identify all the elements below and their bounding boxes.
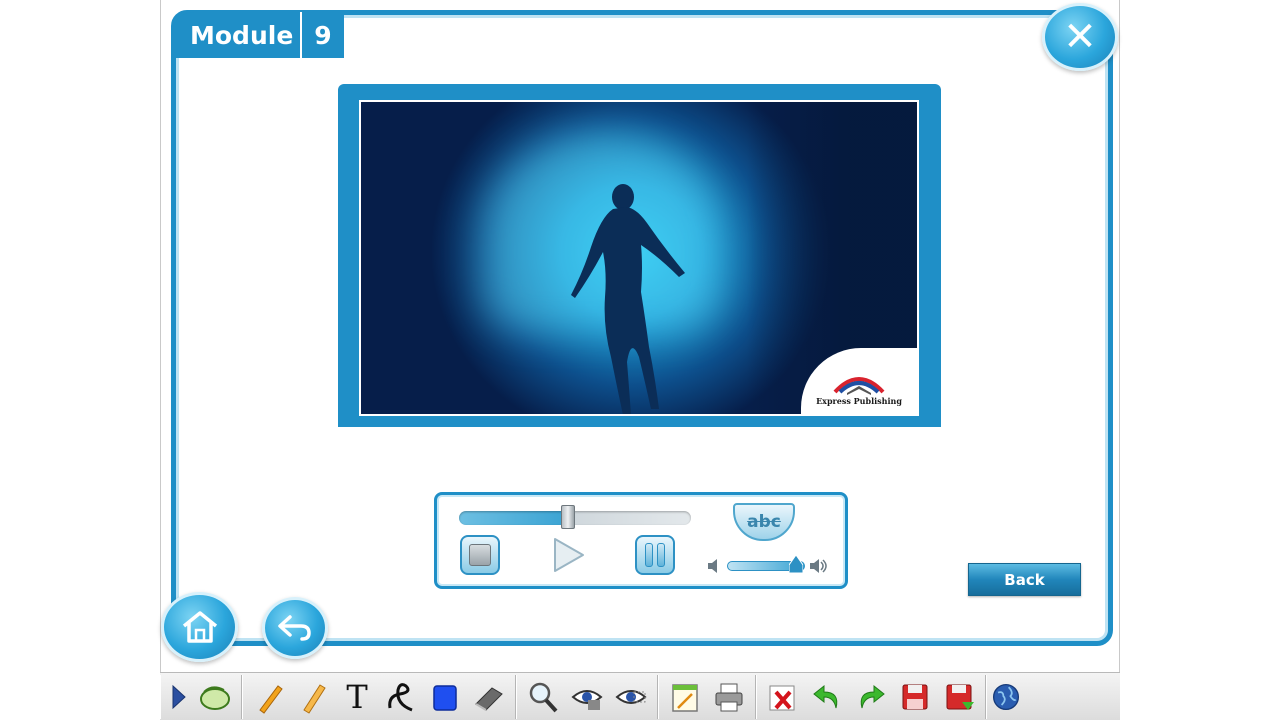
logo-text: Express Publishing [816, 396, 902, 406]
mouse-icon[interactable] [193, 677, 237, 717]
close-icon: ✕ [1063, 14, 1097, 60]
shape-icon[interactable] [423, 677, 467, 717]
freehand-icon[interactable] [379, 677, 423, 717]
save-as-icon[interactable] [937, 677, 981, 717]
book-rainbow-icon [833, 377, 885, 395]
notes-icon[interactable] [663, 677, 707, 717]
toolbar-group-edit [756, 674, 986, 719]
progress-thumb[interactable] [561, 505, 576, 529]
zoom-icon[interactable] [521, 677, 565, 717]
redo-icon[interactable] [849, 677, 893, 717]
play-button[interactable] [547, 535, 587, 575]
bottom-toolbar: T [160, 672, 1120, 720]
hide-icon[interactable] [609, 677, 653, 717]
subtitles-label: abc [747, 512, 781, 532]
play-icon [554, 538, 584, 572]
pause-button[interactable] [635, 535, 675, 575]
return-arrow-icon [278, 615, 311, 641]
toolbar-group-web [986, 674, 1025, 719]
toolbar-group-draw: T [242, 674, 516, 719]
pause-bar-left [645, 543, 653, 567]
print-icon[interactable] [707, 677, 751, 717]
eraser-icon[interactable] [467, 677, 511, 717]
text-tool-icon[interactable]: T [335, 677, 379, 717]
screen: Module 9 ✕ Express Publishing abc Back T [0, 0, 1280, 720]
reveal-icon[interactable] [565, 677, 609, 717]
media-player-controls: abc [434, 492, 848, 589]
stop-icon [469, 544, 491, 566]
return-button[interactable] [262, 597, 328, 659]
module-tab: Module 9 [172, 12, 344, 58]
globe-icon[interactable] [991, 677, 1021, 717]
marker-icon[interactable] [291, 677, 335, 717]
toolbar-group-view [516, 674, 658, 719]
stop-button[interactable] [460, 535, 500, 575]
volume-low-icon [708, 559, 717, 573]
module-label: Module [190, 20, 294, 50]
home-icon [182, 611, 217, 643]
video-display[interactable]: Express Publishing [359, 100, 919, 416]
subtitles-toggle-button[interactable]: abc [733, 503, 795, 541]
pencil-icon[interactable] [247, 677, 291, 717]
expand-arrow-icon[interactable] [165, 677, 193, 717]
diver-silhouette [571, 184, 685, 414]
volume-high-icon [810, 559, 827, 573]
save-icon[interactable] [893, 677, 937, 717]
close-button[interactable]: ✕ [1042, 3, 1118, 71]
back-button[interactable]: Back [968, 563, 1081, 596]
clear-icon[interactable] [761, 677, 805, 717]
undo-icon[interactable] [805, 677, 849, 717]
toolbar-group-nav [160, 674, 242, 719]
video-frame: Express Publishing [338, 84, 941, 427]
module-number: 9 [314, 20, 332, 50]
toolbar-group-file [658, 674, 756, 719]
volume-thumb[interactable] [788, 555, 803, 573]
home-button[interactable] [161, 592, 238, 662]
pause-bar-right [657, 543, 665, 567]
